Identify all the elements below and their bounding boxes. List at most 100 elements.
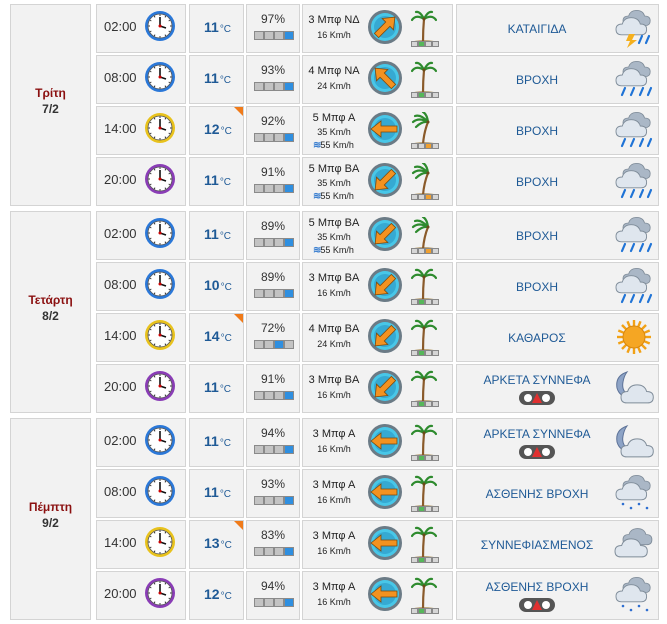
condition-text: ΚΑΤΑΙΓΙΔΑ [507,22,567,36]
wind-scale-bar [411,143,418,149]
condition-cell: ΚΑΤΑΙΓΙΔΑ [456,4,659,53]
humidity-bar [274,391,284,400]
thunderstorm-icon [613,8,655,48]
palm-tree-icon [410,577,438,611]
wind-scale-bar [432,194,439,200]
humidity-bar [284,340,294,349]
humidity-bar [284,238,294,247]
wind-strength-scale [411,299,439,305]
condition-text: ΑΡΚΕΤΑ ΣΥΝΝΕΦΑ [483,373,591,387]
humidity-value: 97% [260,12,286,26]
wind-cell: 3 Μπφ Α 16 Km/h [302,418,453,467]
wind-scale-bar [411,92,418,98]
time-text: 08:00 [104,70,137,85]
temperature-number: 11 [204,19,219,35]
temperature-cell: 11°C [189,157,244,206]
humidity-bars [254,184,294,193]
time-cell: 02:00 [96,211,186,260]
temperature-unit: °C [220,540,232,551]
temperature-number: 11 [204,172,219,188]
humidity-cell: 89% [246,211,300,260]
time-text: 08:00 [104,277,137,292]
humidity-bars [254,547,294,556]
wind-beaufort: 5 Μπφ ΒΑ [308,163,360,175]
day-date: 7/2 [42,102,59,116]
wind-beaufort: 3 Μπφ ΒΑ [308,374,360,386]
humidity-value: 91% [260,372,286,386]
wind-scale-bar [418,401,425,407]
wind-scale-bar [432,608,439,614]
temperature-unit: °C [219,489,232,500]
wind-scale-bar [418,248,425,254]
wind-scale-bar [432,248,439,254]
humidity-bar [284,445,294,454]
wind-scale-bar [432,401,439,407]
time-cell: 08:00 [96,262,186,311]
humidity-bar [254,184,264,193]
temperature-cell: 11°C [189,55,244,104]
humidity-bar [284,547,294,556]
wind-scale-bar [411,194,418,200]
time-cell: 08:00 [96,469,186,518]
time-text: 14:00 [104,328,137,343]
wind-scale-bar [411,557,418,563]
humidity-bar [254,391,264,400]
windy-palm-tree-icon [411,215,437,251]
temperature-unit: °C [219,177,232,188]
time-text: 14:00 [104,535,137,550]
humidity-cell: 91% [246,364,300,413]
palm-tree-icon [410,319,438,353]
wind-speed: 24 Km/h [317,81,351,91]
wind-beaufort: 3 Μπφ Α [312,479,356,491]
wind-scale-bar [432,143,439,149]
humidity-bars [254,445,294,454]
wind-scale-bar [425,455,432,461]
wind-scale-bar [425,557,432,563]
fog-warning-icon [519,445,555,459]
humidity-bars [254,82,294,91]
time-cell: 08:00 [96,55,186,104]
wind-direction-icon [367,216,403,252]
max-temp-marker [234,314,243,323]
humidity-bar [274,82,284,91]
time-cell: 14:00 [96,106,186,155]
wind-speed: 16 Km/h [317,288,351,298]
temperature-number: 11 [204,70,219,86]
wind-strength-scale [411,248,439,254]
wind-scale-bar [432,557,439,563]
yellow-clock-icon [144,319,176,351]
blue-clock-icon [144,268,176,300]
temperature-value: 14°C [204,328,232,344]
wind-strength-scale [411,143,439,149]
wind-scale-bar [411,455,418,461]
day-date: 9/2 [42,516,59,530]
wind-beaufort: 3 Μπφ ΒΑ [308,272,360,284]
rain-icon [613,161,655,201]
purple-clock-icon [144,577,176,609]
wind-scale-bar [418,608,425,614]
palm-tree-icon [410,424,438,458]
humidity-bar [274,238,284,247]
temperature-unit: °C [219,24,232,35]
wind-strength-scale [411,194,439,200]
condition-cell: ΑΣΘΕΝΗΣ ΒΡΟΧΗ [456,469,659,518]
humidity-cell: 93% [246,55,300,104]
wind-direction-icon [367,576,403,612]
gust-value: 55 Km/h [320,140,354,150]
condition-cell: ΒΡΟΧΗ [456,211,659,260]
temperature-cell: 11°C [189,418,244,467]
humidity-cell: 72% [246,313,300,362]
temperature-unit: °C [220,333,232,344]
sun-icon [613,317,655,357]
wind-cell: 3 Μπφ Α 16 Km/h [302,520,453,569]
wind-scale-bar [411,401,418,407]
wind-scale-bar [418,557,425,563]
condition-cell: ΑΣΘΕΝΗΣ ΒΡΟΧΗ [456,571,659,620]
condition-text: ΒΡΟΧΗ [515,73,558,87]
humidity-cell: 92% [246,106,300,155]
wind-scale-bar [432,350,439,356]
wind-speed: 35 Km/h [317,178,351,188]
wind-strength-scale [411,455,439,461]
humidity-bar [274,547,284,556]
temperature-value: 11°C [204,484,231,500]
